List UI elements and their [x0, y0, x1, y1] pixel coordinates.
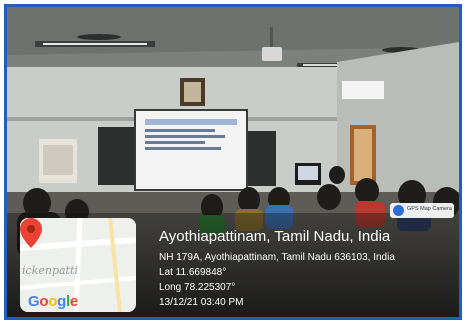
- timestamp-line: 13/12/21 03:40 PM: [159, 297, 244, 308]
- map-pin-icon: [20, 218, 42, 248]
- map-thumbnail: ickenpatti Google: [20, 218, 136, 312]
- latitude-line: Lat 11.669848°: [159, 267, 227, 278]
- longitude-line: Long 78.225307°: [159, 282, 236, 293]
- map-place-label: ickenpatti: [22, 264, 78, 277]
- google-logo: Google: [28, 293, 78, 310]
- location-title: Ayothiapattinam, Tamil Nadu, India: [159, 228, 391, 245]
- camera-badge-label: GPS Map Camera: [407, 206, 452, 212]
- camera-icon: [393, 205, 404, 216]
- photo-frame: ickenpatti Google GPS Map Camera Ayothia…: [4, 4, 462, 320]
- address-line: NH 179A, Ayothiapattinam, Tamil Nadu 636…: [159, 252, 395, 263]
- gps-map-camera-badge: GPS Map Camera: [390, 203, 454, 218]
